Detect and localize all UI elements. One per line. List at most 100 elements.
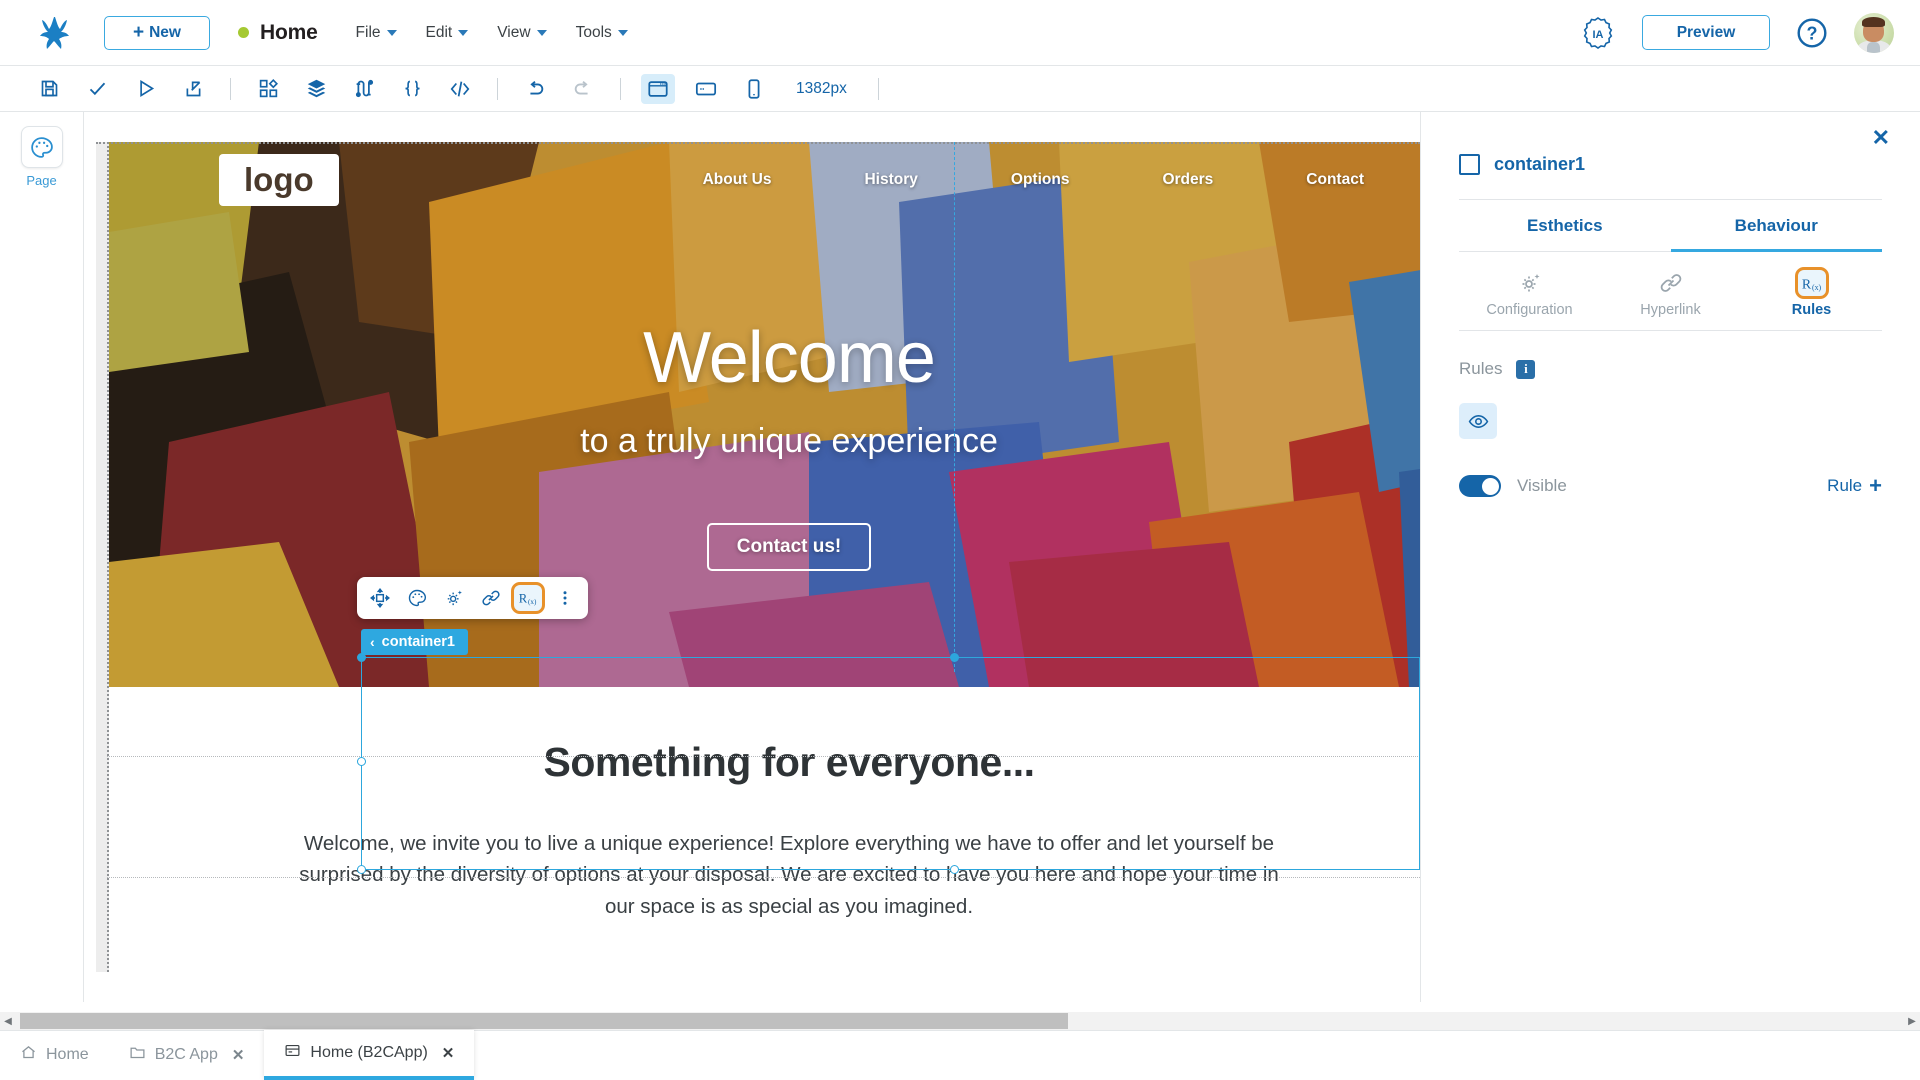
check-icon[interactable]	[80, 74, 114, 104]
bottom-tab-home-b2capp[interactable]: Home (B2CApp) ✕	[264, 1030, 475, 1080]
mobile-view-icon[interactable]	[737, 74, 771, 104]
rules-section-header: Rules i	[1459, 331, 1882, 379]
selection-handle-mid-left[interactable]	[357, 757, 366, 766]
redo-icon[interactable]	[566, 74, 600, 104]
tab-behaviour-label: Behaviour	[1734, 216, 1818, 235]
horizontal-scrollbar[interactable]: ◀ ▶	[0, 1012, 1920, 1030]
selection-handle-bottom-center[interactable]	[950, 865, 959, 874]
site-nav-contact[interactable]: Contact	[1306, 171, 1364, 189]
scroll-left-arrow[interactable]: ◀	[0, 1016, 16, 1027]
add-rule-button[interactable]: Rule +	[1827, 475, 1882, 497]
close-icon[interactable]: ✕	[1872, 127, 1890, 149]
new-button[interactable]: + New	[104, 15, 210, 50]
menu-bar: File Edit View Tools	[356, 24, 628, 42]
folder-icon	[129, 1044, 146, 1066]
flow-icon[interactable]	[347, 74, 381, 104]
close-icon[interactable]: ✕	[232, 1046, 245, 1064]
menu-edit-label: Edit	[425, 23, 453, 41]
element-checkbox[interactable]	[1459, 154, 1480, 175]
subtab-configuration[interactable]: Configuration	[1459, 266, 1600, 330]
site-nav-options[interactable]: Options	[1011, 171, 1070, 189]
more-vertical-icon[interactable]	[548, 582, 582, 614]
svg-text:(x): (x)	[528, 598, 537, 606]
selection-tag-container1[interactable]: ‹ container1	[361, 629, 469, 655]
braces-icon[interactable]	[395, 74, 429, 104]
scrollbar-thumb[interactable]	[20, 1013, 1068, 1029]
components-icon[interactable]	[251, 74, 285, 104]
rail-item-page[interactable]: Page	[20, 126, 63, 188]
toolbar-divider	[620, 77, 621, 100]
avatar[interactable]	[1854, 12, 1894, 53]
play-icon[interactable]	[128, 74, 162, 104]
subtab-hyperlink-label: Hyperlink	[1640, 302, 1701, 318]
site-logo[interactable]: logo	[219, 154, 339, 206]
preview-button[interactable]: Preview	[1642, 15, 1770, 50]
rules-label: Rules	[1459, 359, 1503, 378]
plus-icon: +	[1869, 473, 1882, 498]
toolbar-divider	[497, 77, 498, 100]
publish-icon[interactable]	[176, 74, 210, 104]
save-icon[interactable]	[32, 74, 66, 104]
selection-handle-top-center[interactable]	[950, 653, 959, 662]
hero-contact-button[interactable]: Contact us!	[706, 523, 872, 571]
rules-icon[interactable]: R (x)	[511, 582, 545, 614]
home-icon	[20, 1044, 37, 1066]
configuration-icon[interactable]	[437, 582, 471, 614]
canvas-area[interactable]: logo About Us History Options Orders Con…	[84, 112, 1420, 1002]
info-icon[interactable]: i	[1516, 359, 1536, 379]
menu-tools[interactable]: Tools	[576, 24, 628, 42]
visible-toggle[interactable]	[1459, 475, 1501, 497]
desktop-view-icon[interactable]	[641, 73, 675, 104]
viewport-size-label[interactable]: 1382px	[796, 80, 847, 98]
site-nav-history[interactable]: History	[864, 171, 917, 189]
subtab-hyperlink[interactable]: Hyperlink	[1600, 266, 1741, 330]
hyperlink-icon[interactable]	[474, 582, 508, 614]
preview-button-label: Preview	[1676, 23, 1736, 41]
move-icon[interactable]	[363, 582, 397, 614]
bottom-tab-bar: Home B2C App ✕ Home (B2CApp) ✕	[0, 1030, 1920, 1080]
selection-dotted-top	[96, 142, 1420, 144]
tab-esthetics[interactable]: Esthetics	[1459, 200, 1671, 252]
undo-icon[interactable]	[518, 74, 552, 104]
bottom-tab-b2c-app-label: B2C App	[154, 1046, 218, 1063]
tab-behaviour[interactable]: Behaviour	[1670, 200, 1882, 252]
eye-icon[interactable]	[1459, 403, 1497, 439]
close-icon[interactable]: ✕	[442, 1044, 455, 1062]
code-icon[interactable]	[443, 74, 477, 104]
menu-edit[interactable]: Edit	[426, 24, 469, 42]
toolbar-divider	[877, 77, 879, 100]
page-status: Home	[238, 21, 318, 45]
bottom-tab-home-label: Home	[46, 1046, 89, 1063]
chevron-down-icon	[617, 29, 628, 36]
layers-icon[interactable]	[299, 74, 333, 104]
canvas-viewport: logo About Us History Options Orders Con…	[96, 142, 1420, 972]
subtab-rules[interactable]: R (x) Rules	[1741, 266, 1882, 330]
subtab-rules-label: Rules	[1791, 302, 1832, 318]
selection-handle-bottom-left[interactable]	[357, 865, 366, 874]
top-header: + New Home File Edit View Tools IA Previ…	[0, 0, 1920, 66]
site-nav-orders[interactable]: Orders	[1162, 171, 1213, 189]
panel-header: container1	[1459, 112, 1882, 175]
question-mark-icon[interactable]: ?	[1796, 17, 1828, 49]
menu-file[interactable]: File	[356, 24, 397, 42]
site-nav-about-us[interactable]: About Us	[703, 171, 772, 189]
scrollbar-track[interactable]	[16, 1012, 1904, 1030]
page-icon	[284, 1042, 301, 1064]
chevron-down-icon	[386, 29, 397, 36]
hero-section[interactable]: logo About Us History Options Orders Con…	[109, 142, 1420, 687]
status-dot	[238, 27, 249, 38]
frog-logo-icon[interactable]	[28, 15, 82, 51]
chevron-left-icon: ‹	[370, 634, 375, 650]
menu-view[interactable]: View	[497, 24, 547, 42]
element-float-toolbar: R (x)	[357, 577, 588, 619]
toolbar-divider	[230, 77, 231, 100]
palette-icon[interactable]	[400, 582, 434, 614]
bottom-tab-b2c-app[interactable]: B2C App ✕	[109, 1030, 265, 1080]
ia-badge-icon[interactable]: IA	[1580, 15, 1616, 51]
scroll-right-arrow[interactable]: ▶	[1904, 1016, 1920, 1027]
svg-text:R: R	[519, 592, 528, 606]
bottom-tab-home[interactable]: Home	[0, 1030, 109, 1080]
tablet-view-icon[interactable]	[689, 74, 723, 104]
svg-text:?: ?	[1807, 23, 1818, 43]
menu-tools-label: Tools	[575, 23, 612, 41]
